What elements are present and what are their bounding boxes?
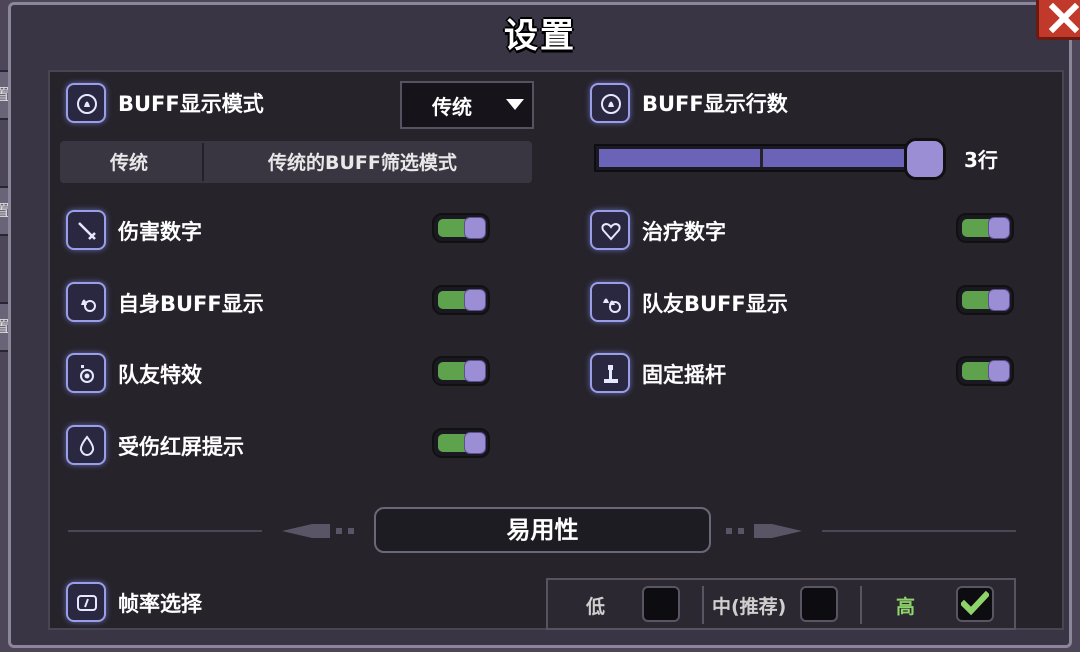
buff-mode-desc-name: 传统 bbox=[110, 152, 149, 174]
buff-mode-label: BUFF显示模式 bbox=[118, 92, 264, 116]
section-divider-left bbox=[68, 530, 262, 532]
close-icon bbox=[1049, 3, 1079, 33]
fps-separator bbox=[702, 586, 704, 624]
fps-medium-label: 中(推荐) bbox=[712, 596, 787, 618]
toggle-knob bbox=[988, 217, 1010, 239]
heal-number-toggle[interactable] bbox=[956, 213, 1014, 243]
teammate-effect-icon bbox=[66, 353, 106, 393]
slider-tick bbox=[760, 149, 763, 167]
hurt-red-screen-label: 受伤红屏提示 bbox=[118, 435, 244, 459]
chevron-down-icon bbox=[506, 99, 524, 110]
close-button[interactable] bbox=[1036, 0, 1080, 40]
self-buff-icon bbox=[66, 282, 106, 322]
checkmark-icon bbox=[961, 591, 989, 616]
heal-number-label: 治疗数字 bbox=[642, 220, 726, 244]
teammate-effect-toggle[interactable] bbox=[432, 356, 490, 386]
window-title: 设置 bbox=[504, 16, 576, 56]
buff-mode-desc-text: 传统的BUFF筛选模式 bbox=[268, 152, 457, 174]
teammate-effect-label: 队友特效 bbox=[118, 363, 202, 387]
slider-fill bbox=[599, 149, 919, 167]
fps-high-checkbox[interactable] bbox=[956, 586, 994, 622]
fps-low-label: 低 bbox=[586, 596, 606, 618]
buff-mode-dropdown[interactable]: 传统 bbox=[400, 81, 534, 129]
self-buff-label: 自身BUFF显示 bbox=[118, 292, 264, 316]
toggle-knob bbox=[464, 432, 486, 454]
fps-separator bbox=[860, 586, 862, 624]
slider-handle[interactable] bbox=[904, 138, 946, 180]
team-buff-label: 队友BUFF显示 bbox=[642, 292, 788, 316]
framerate-label: 帧率选择 bbox=[118, 592, 202, 616]
team-buff-icon bbox=[590, 282, 630, 322]
framerate-options: 低 中(推荐) 高 bbox=[546, 578, 1016, 630]
damage-number-toggle[interactable] bbox=[432, 213, 490, 243]
team-buff-toggle[interactable] bbox=[956, 285, 1014, 315]
damage-number-label: 伤害数字 bbox=[118, 220, 202, 244]
sword-icon bbox=[66, 210, 106, 250]
toggle-knob bbox=[464, 217, 486, 239]
desc-separator bbox=[202, 143, 204, 181]
arrow-left-icon bbox=[282, 524, 354, 538]
buff-rows-slider[interactable] bbox=[594, 144, 924, 172]
hurt-red-screen-toggle[interactable] bbox=[432, 428, 490, 458]
heart-icon bbox=[590, 210, 630, 250]
arrow-right-icon bbox=[726, 524, 802, 538]
joystick-icon bbox=[590, 353, 630, 393]
section-title-usability: 易用性 bbox=[374, 507, 711, 553]
toggle-knob bbox=[988, 360, 1010, 382]
fps-medium-checkbox[interactable] bbox=[800, 586, 838, 622]
buff-rows-label: BUFF显示行数 bbox=[642, 92, 788, 116]
fps-high-label: 高 bbox=[896, 596, 916, 618]
toggle-knob bbox=[988, 289, 1010, 311]
toggle-knob bbox=[464, 360, 486, 382]
fps-low-checkbox[interactable] bbox=[642, 586, 680, 622]
blood-drop-icon bbox=[66, 425, 106, 465]
buff-rows-icon bbox=[590, 83, 630, 123]
toggle-knob bbox=[464, 289, 486, 311]
framerate-icon bbox=[66, 582, 106, 622]
fixed-joystick-toggle[interactable] bbox=[956, 356, 1014, 386]
fixed-joystick-label: 固定摇杆 bbox=[642, 363, 726, 387]
buff-rows-value: 3行 bbox=[964, 148, 998, 172]
buff-mode-description: 传统 传统的BUFF筛选模式 bbox=[60, 141, 532, 183]
section-divider-right bbox=[822, 530, 1016, 532]
buff-mode-selected: 传统 bbox=[432, 95, 472, 119]
self-buff-toggle[interactable] bbox=[432, 285, 490, 315]
buff-mode-icon bbox=[66, 83, 106, 123]
